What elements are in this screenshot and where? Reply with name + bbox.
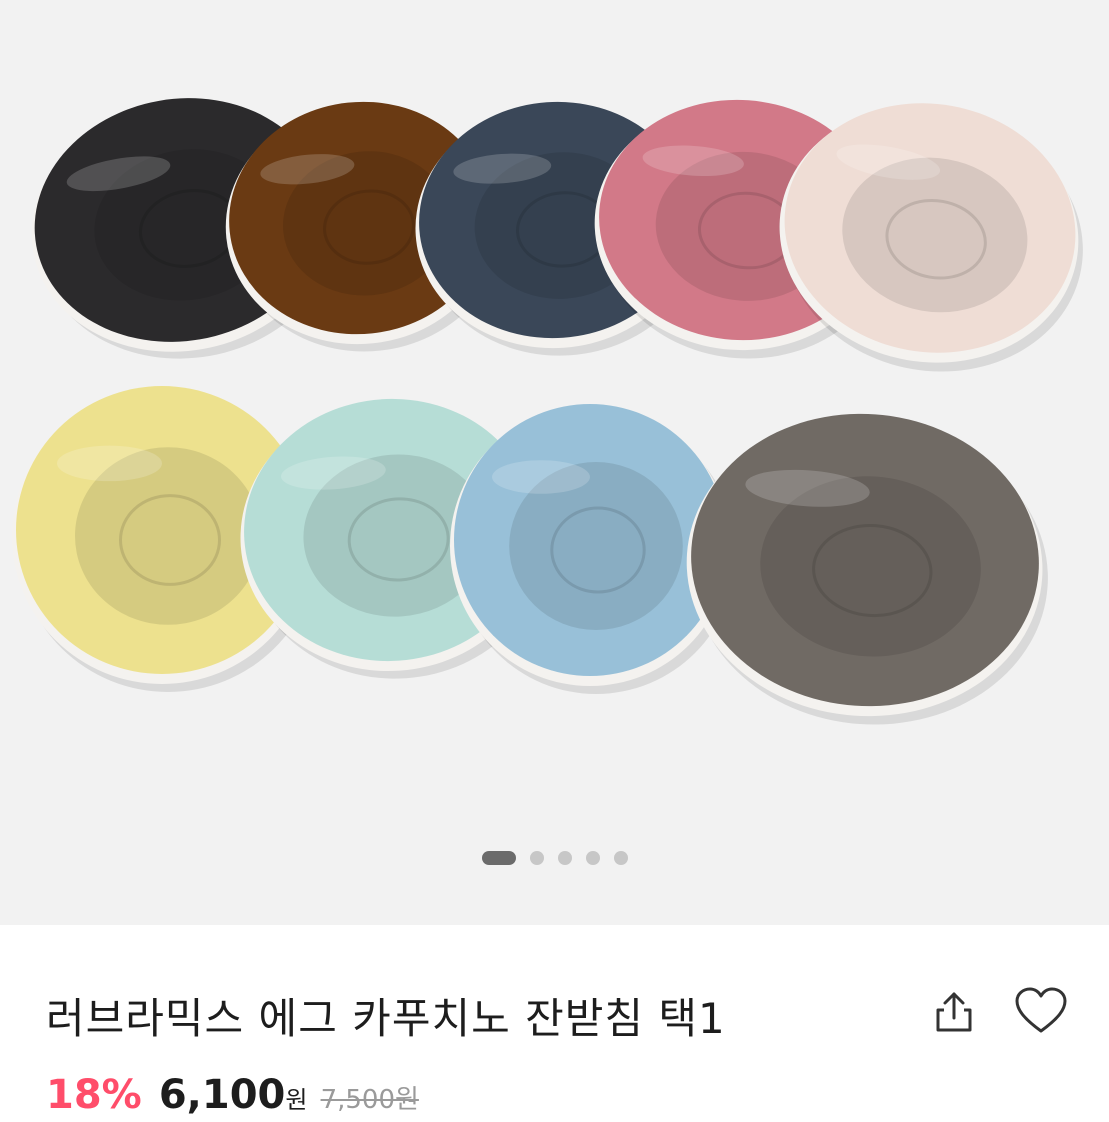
sale-price: 6,100 — [158, 1072, 286, 1118]
product-image-gallery[interactable] — [0, 0, 1109, 925]
price-row: 18% 6,100원 7,500원 — [46, 1072, 419, 1122]
product-image — [12, 98, 1083, 725]
original-price: 7,500원 — [320, 1085, 419, 1115]
carousel-dot[interactable] — [529, 851, 544, 865]
carousel-dot[interactable] — [613, 851, 628, 865]
saucer — [686, 413, 1048, 725]
carousel-indicator — [0, 848, 1109, 868]
product-title: 러브라믹스 에그 카푸치노 잔받침 택1 — [46, 994, 726, 1043]
price-unit: 원 — [285, 1086, 308, 1114]
share-icon[interactable] — [930, 988, 978, 1036]
heart-icon[interactable] — [1013, 986, 1069, 1036]
discount-rate: 18% — [46, 1072, 142, 1118]
carousel-dot[interactable] — [557, 851, 572, 865]
carousel-dot[interactable] — [585, 851, 600, 865]
carousel-dot[interactable] — [481, 851, 516, 865]
